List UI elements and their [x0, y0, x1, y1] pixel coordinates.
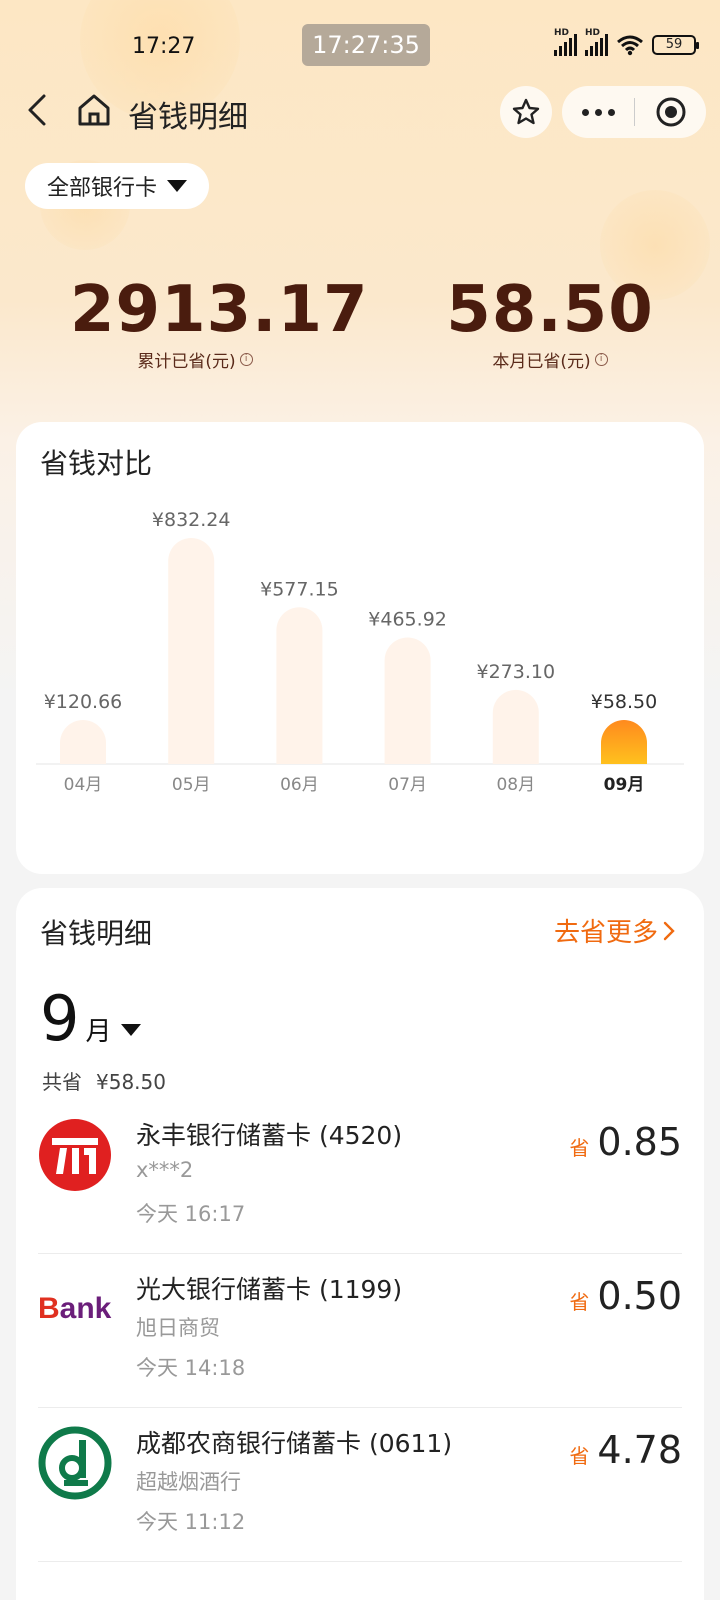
savings-detail-card: 省钱明细 去省更多 9 月 共省 ¥58.50 永丰银行储蓄卡 (4520) x*… — [16, 888, 704, 1600]
savings-comparison-card: 省钱对比 ¥120.66 04月 ¥832.24 05月 ¥577.15 06月 ¥465.… — [16, 422, 704, 874]
list-item[interactable]: 永丰银行储蓄卡 (4520) x***2 今天 16:17 省 0.85 — [38, 1100, 682, 1254]
summary-month: 58.50 本月已省(元) i — [440, 275, 660, 372]
total-saved-value: 2913.17 — [70, 273, 369, 347]
savings-bar-chart: ¥120.66 04月 ¥832.24 05月 ¥577.15 06月 ¥465.92 07月… — [36, 509, 684, 795]
signal-hd-label: HD — [585, 28, 601, 38]
save-tag: 省 — [569, 1136, 590, 1160]
chart-category-label: 09月 — [604, 775, 645, 795]
yongfeng-bank-logo-icon — [39, 1119, 111, 1191]
go-save-more-link[interactable]: 去省更多 — [554, 912, 676, 949]
bank-logo-b: B — [38, 1292, 60, 1325]
star-icon — [512, 98, 540, 125]
save-amount-value: 4.78 — [597, 1428, 682, 1472]
chart-value-label: ¥577.15 — [260, 578, 339, 600]
saved-amount: 省 0.50 — [569, 1274, 682, 1318]
target-icon — [656, 97, 685, 127]
save-amount-value: 0.85 — [597, 1120, 682, 1164]
info-icon[interactable]: i — [594, 353, 608, 366]
nav-bar: 省钱明细 — [0, 80, 720, 140]
month-number: 9 — [40, 982, 80, 1055]
card-name: 光大银行储蓄卡 (1199) — [136, 1275, 403, 1304]
save-amount-value: 0.50 — [597, 1274, 682, 1318]
transaction-time: 今天 14:18 — [136, 1356, 246, 1380]
merchant-name: 旭日商贸 — [136, 1316, 220, 1340]
merchant-name: x***2 — [136, 1158, 194, 1182]
month-total-label: 共省 — [42, 1070, 82, 1094]
month-saved-label-row: 本月已省(元) i — [440, 347, 660, 372]
chart-category-label: 06月 — [280, 775, 319, 795]
battery-icon: 59 — [652, 35, 699, 55]
row-divider — [38, 1561, 682, 1562]
month-total: 共省 ¥58.50 — [42, 1066, 166, 1095]
list-item[interactable]: 成都农商银行储蓄卡 (0611) 超越烟酒行 今天 11:12 省 4.78 — [38, 1408, 682, 1562]
chengdu-rural-bank-logo-icon — [38, 1426, 112, 1500]
home-icon[interactable] — [74, 90, 114, 130]
card-name: 成都农商银行储蓄卡 (0611) — [136, 1429, 453, 1458]
close-target-button[interactable] — [635, 95, 706, 129]
chart-value-label: ¥465.92 — [368, 608, 447, 630]
bank-logo-rest: ank — [59, 1292, 112, 1325]
go-save-more-label: 去省更多 — [553, 918, 658, 948]
status-bar: 17:27 17:27:35 HD HD 59 — [0, 0, 720, 90]
chart-bar[interactable] — [492, 689, 539, 764]
chart-value-label: ¥58.50 — [591, 691, 657, 713]
chart-category-label: 08月 — [496, 775, 535, 795]
month-unit: 月 — [85, 1017, 112, 1047]
chart-bar[interactable] — [60, 720, 106, 764]
summary-total: 2913.17 累计已省(元) i — [70, 273, 369, 372]
chart-category-label: 05月 — [172, 775, 211, 795]
saved-amount: 省 4.78 — [569, 1428, 682, 1472]
transaction-time: 今天 16:17 — [136, 1202, 246, 1226]
status-time: 17:27 — [132, 34, 196, 59]
bank-logo-icon: Bank — [38, 1272, 112, 1346]
clock-badge: 17:27:35 — [302, 24, 430, 66]
total-saved-label-row: 累计已省(元) i — [70, 347, 320, 372]
caret-down-icon — [167, 180, 188, 192]
month-saved-value: 58.50 — [446, 273, 654, 347]
favorite-button[interactable] — [500, 86, 552, 138]
mini-program-capsule — [562, 86, 706, 138]
info-icon[interactable]: i — [239, 353, 253, 366]
wifi-icon — [617, 35, 643, 56]
chart-value-label: ¥273.10 — [477, 661, 556, 683]
signal-hd-label: HD — [554, 28, 570, 38]
total-saved-label: 累计已省(元) — [137, 352, 236, 372]
chart-value-label: ¥120.66 — [44, 691, 123, 713]
signal-icon: HD — [585, 28, 608, 56]
chart-bar[interactable] — [384, 637, 431, 764]
detail-title: 省钱明细 — [40, 917, 153, 950]
page-title: 省钱明细 — [128, 100, 248, 135]
month-total-value: ¥58.50 — [96, 1070, 166, 1094]
status-icons: HD HD 59 — [554, 28, 699, 56]
caret-down-icon — [121, 1024, 142, 1036]
signal-icon: HD — [554, 28, 577, 56]
save-tag: 省 — [569, 1290, 590, 1314]
chart-bar[interactable] — [168, 538, 215, 764]
month-saved-label: 本月已省(元) — [492, 352, 591, 372]
card-name: 永丰银行储蓄卡 (4520) — [136, 1121, 403, 1150]
chart-bar[interactable] — [276, 607, 323, 764]
filter-label: 全部银行卡 — [47, 176, 158, 201]
saved-amount: 省 0.85 — [569, 1120, 682, 1164]
chart-value-label: ¥832.24 — [152, 509, 231, 531]
list-item[interactable]: Bank 光大银行储蓄卡 (1199) 旭日商贸 今天 14:18 省 0.50 — [38, 1254, 682, 1408]
chart-category-label: 04月 — [64, 775, 103, 795]
chevron-right-icon — [663, 921, 675, 940]
transaction-time: 今天 11:12 — [136, 1510, 246, 1534]
more-icon[interactable] — [562, 108, 634, 116]
save-tag: 省 — [569, 1444, 590, 1468]
chart-bar[interactable] — [601, 720, 647, 764]
merchant-name: 超越烟酒行 — [136, 1470, 241, 1494]
bank-card-filter[interactable]: 全部银行卡 — [25, 163, 210, 209]
month-selector[interactable]: 9 月 — [40, 982, 142, 1055]
chart-category-label: 07月 — [388, 775, 427, 795]
back-icon[interactable] — [18, 88, 58, 132]
